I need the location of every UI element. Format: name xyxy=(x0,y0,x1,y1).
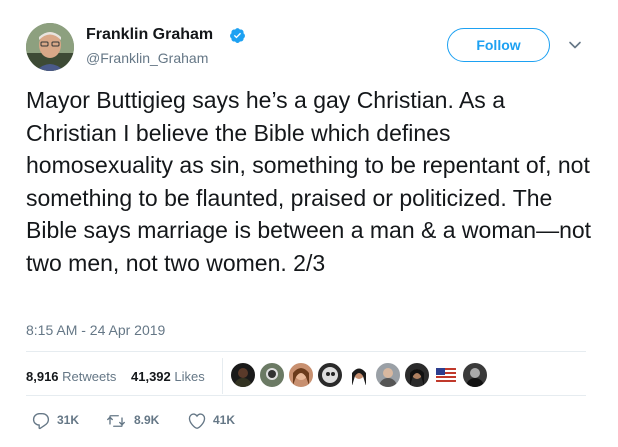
author-handle[interactable]: @Franklin_Graham xyxy=(86,50,208,66)
likes-count: 41,392 xyxy=(131,369,171,384)
divider-bottom xyxy=(26,395,586,396)
like-icon[interactable] xyxy=(188,412,206,430)
liker-avatar[interactable] xyxy=(404,362,430,388)
liker-avatar[interactable] xyxy=(259,362,285,388)
reply-count[interactable]: 31K xyxy=(57,413,79,427)
author-name[interactable]: Franklin Graham xyxy=(86,26,213,44)
follow-button[interactable]: Follow xyxy=(447,28,550,62)
liker-avatar[interactable] xyxy=(230,362,256,388)
like-count[interactable]: 41K xyxy=(213,413,235,427)
retweets-label: Retweets xyxy=(62,369,117,384)
chevron-down-icon[interactable] xyxy=(568,38,582,52)
retweet-count[interactable]: 8.9K xyxy=(134,413,159,427)
retweets-stat[interactable]: 8,916 Retweets xyxy=(26,369,116,384)
likes-label: Likes xyxy=(174,369,205,384)
stat-separator xyxy=(222,358,223,394)
liker-avatar[interactable] xyxy=(317,362,343,388)
liker-avatar[interactable] xyxy=(375,362,401,388)
tweet-card: Franklin Graham @Franklin_Graham Follow … xyxy=(0,0,618,447)
divider-top xyxy=(26,351,586,352)
verified-badge-icon xyxy=(230,28,245,43)
liker-avatar[interactable] xyxy=(288,362,314,388)
liker-avatar[interactable] xyxy=(346,362,372,388)
retweets-count: 8,916 xyxy=(26,369,59,384)
retweet-icon[interactable] xyxy=(107,412,125,430)
author-avatar[interactable] xyxy=(26,23,74,71)
liker-avatar[interactable] xyxy=(433,362,459,388)
liker-avatar[interactable] xyxy=(462,362,488,388)
likes-stat[interactable]: 41,392 Likes xyxy=(131,369,205,384)
tweet-timestamp[interactable]: 8:15 AM - 24 Apr 2019 xyxy=(26,322,165,338)
reply-icon[interactable] xyxy=(32,412,50,430)
tweet-text: Mayor Buttigieg says he’s a gay Christia… xyxy=(26,87,592,276)
